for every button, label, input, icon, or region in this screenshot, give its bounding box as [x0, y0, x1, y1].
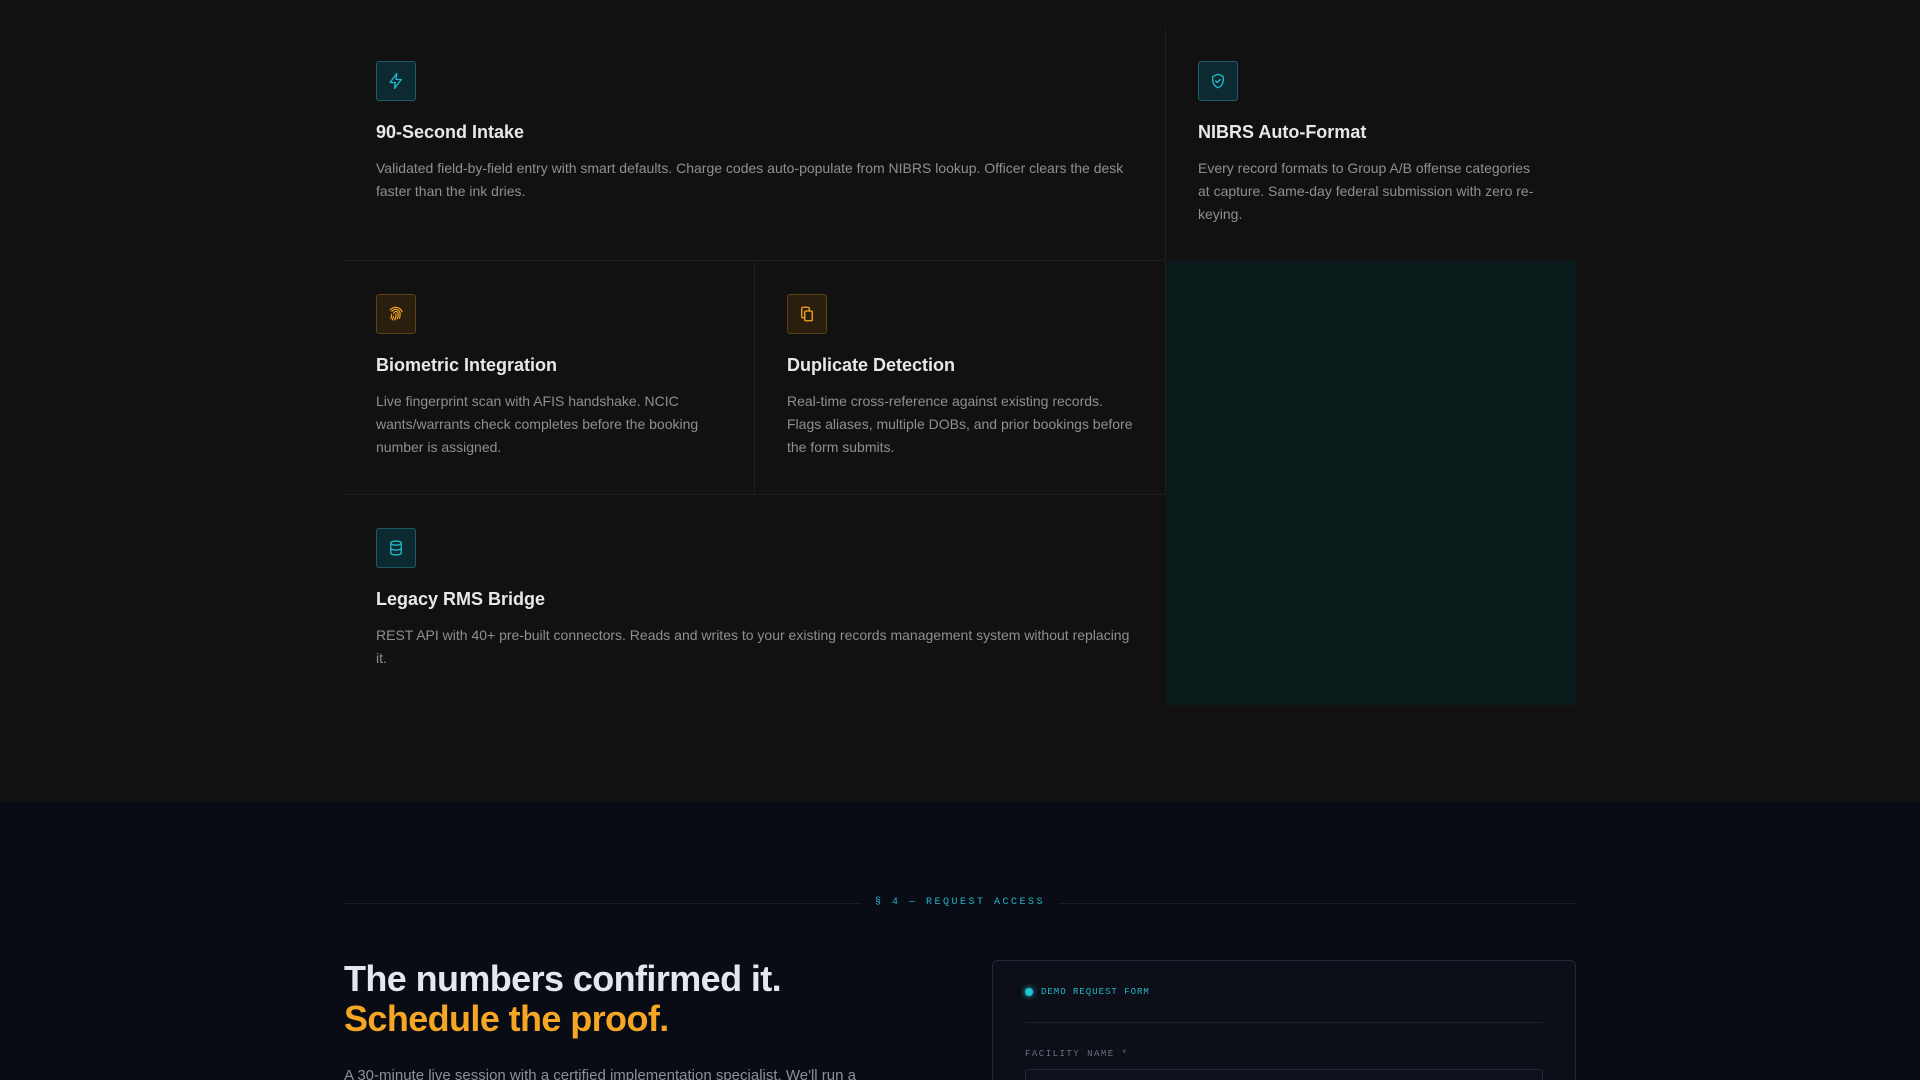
headline-line-1: The numbers confirmed it.	[344, 958, 782, 999]
shield-check-icon	[1198, 61, 1238, 101]
headline-line-2: Schedule the proof.	[344, 998, 669, 1039]
status-dot-icon	[1025, 987, 1033, 996]
feature-description: Real-time cross-reference against existi…	[787, 393, 1133, 455]
feature-card-nibrs: NIBRS Auto-Format Every record formats t…	[1166, 28, 1576, 261]
feature-card-legacy-rms: Legacy RMS Bridge REST API with 40+ pre-…	[344, 495, 1166, 705]
feature-card-biometric: Biometric Integration Live fingerprint s…	[344, 261, 755, 495]
feature-description: REST API with 40+ pre-built connectors. …	[376, 627, 1130, 666]
form-title: DEMO REQUEST FORM	[1041, 986, 1150, 997]
accent-panel	[1166, 261, 1576, 705]
fingerprint-icon	[376, 294, 416, 334]
feature-description: Every record formats to Group A/B offens…	[1198, 160, 1534, 222]
database-icon	[376, 528, 416, 568]
feature-title: 90-Second Intake	[376, 122, 525, 142]
facility-name-input[interactable]	[1025, 1069, 1543, 1080]
feature-description: Live fingerprint scan with AFIS handshak…	[376, 393, 699, 455]
section-label: § 4 — REQUEST ACCESS	[0, 897, 1920, 908]
feature-title: Duplicate Detection	[787, 355, 956, 375]
request-headline: The numbers confirmed it. Schedule the p…	[344, 958, 782, 1039]
demo-request-form: DEMO REQUEST FORM FACILITY NAME *	[992, 960, 1576, 1080]
request-lead-text: A 30-minute live session with a certifie…	[344, 1067, 856, 1080]
feature-card-intake: 90-Second Intake Validated field-by-fiel…	[344, 28, 1166, 261]
feature-title: Biometric Integration	[376, 355, 558, 375]
feature-card-duplicate: Duplicate Detection Real-time cross-refe…	[755, 261, 1166, 495]
facility-name-label: FACILITY NAME *	[1025, 1049, 1129, 1059]
lightning-icon	[376, 61, 416, 101]
feature-title: NIBRS Auto-Format	[1198, 122, 1367, 142]
form-header: DEMO REQUEST FORM	[1025, 961, 1543, 1023]
feature-description: Validated field-by-field entry with smar…	[376, 160, 1124, 199]
copy-icon	[787, 294, 827, 334]
request-access-section: § 4 — REQUEST ACCESS The numbers confirm…	[0, 802, 1920, 1080]
feature-title: Legacy RMS Bridge	[376, 589, 546, 609]
